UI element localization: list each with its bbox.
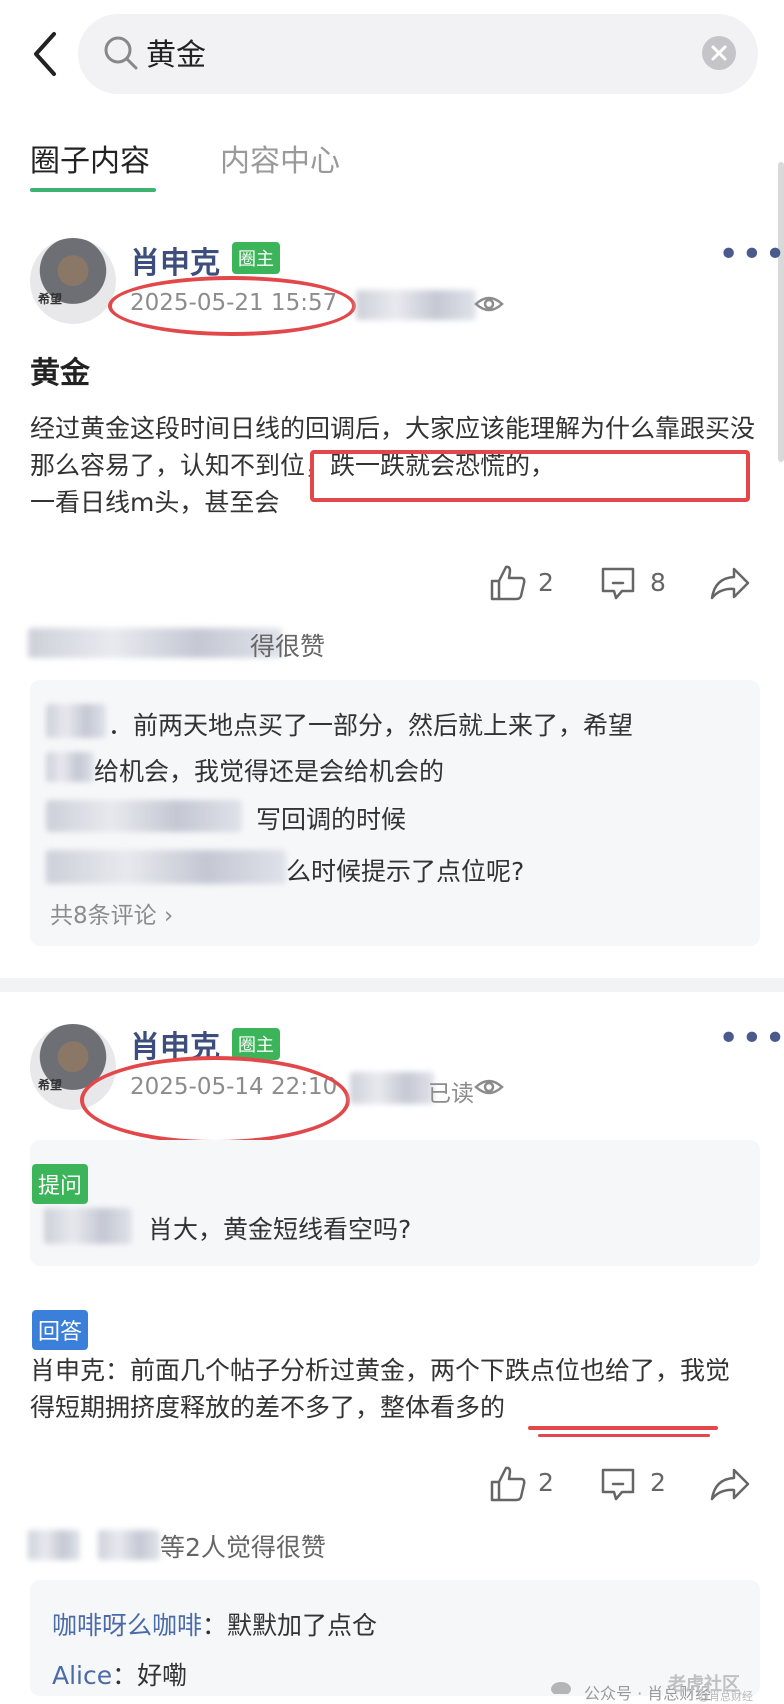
comment-text: ：默默加了点仓 [202,1611,378,1640]
answer-body[interactable]: 肖申克：前面几个帖子分析过黄金，两个下跌点位也给了，我觉得短期拥挤度释放的差不多… [30,1352,750,1426]
owner-badge: 圈主 [232,242,280,274]
comment-count: 8 [650,568,666,597]
answer-tag: 回答 [32,1310,89,1350]
highlight-annotation-box [310,450,750,502]
liked-by-text: 等2人觉得很赞 [160,1533,326,1562]
avatar-caption: 希望 [38,292,63,306]
avatar[interactable]: 希望 [30,238,116,324]
search-input[interactable]: 黄金 [146,30,206,74]
comment-count: 2 [650,1468,666,1497]
comment-icon[interactable] [598,1464,638,1504]
liked-by-text: 得很赞 [250,632,326,661]
date-annotation-circle [108,276,356,336]
redacted-likers [98,1530,160,1560]
tab-active-indicator [30,188,156,192]
redacted-likers [28,1530,80,1560]
comment-user[interactable]: 咖啡呀么咖啡 [52,1611,202,1640]
redacted-likers [28,628,282,658]
watermark-handle: @肖总财经 [698,1690,753,1703]
redacted-commenter [46,704,106,738]
more-dots-icon[interactable]: ••• [718,1018,784,1059]
thumbs-up-icon[interactable] [488,1464,528,1504]
redacted-commenter [46,800,242,832]
scrollbar[interactable] [778,162,784,462]
eye-icon [474,291,504,317]
question-text: 肖大，黄金短线看空吗? [148,1215,412,1244]
tab-content-center[interactable]: 内容中心 [220,136,340,180]
clear-icon[interactable] [702,36,736,70]
comment-text: 写回调的时候 [256,805,407,834]
post-title[interactable]: 黄金 [30,348,90,392]
comment-row[interactable]: 咖啡呀么咖啡：默默加了点仓 [52,1606,377,1642]
owner-badge: 圈主 [232,1028,280,1060]
comment-row[interactable]: Alice：好嘞 [52,1656,187,1692]
redacted-commenter [46,752,94,782]
comment-text: 么时候提示了点位呢? [286,857,525,886]
thumbs-up-icon[interactable] [488,563,528,603]
chevron-right-icon: › [163,903,174,929]
comment-icon[interactable] [598,563,638,603]
read-label: 已读 [428,1081,474,1107]
answer-emphasis: 整体看多的 [380,1393,506,1422]
post-body-tail: 一看日线m头，甚至会 [30,488,280,517]
share-icon[interactable] [708,1464,752,1504]
comment-text: ．前两天地点买了一部分，然后就上来了，希望 [108,711,634,740]
underline-annotation [538,1434,710,1437]
eye-icon [474,1074,504,1100]
comment-user[interactable]: Alice [52,1661,112,1690]
more-dots-icon[interactable]: ••• [718,234,784,275]
post-divider [0,978,784,992]
date-annotation-circle [80,1056,350,1144]
comment-text: ：好嘞 [112,1661,188,1690]
share-icon[interactable] [708,563,752,603]
like-count: 2 [538,568,554,597]
search-icon [102,34,140,72]
comment-text: 给机会，我觉得还是会给机会的 [94,757,445,786]
like-count: 2 [538,1468,554,1497]
redacted-commenter [46,850,286,884]
question-tag: 提问 [32,1164,89,1204]
redacted-asker [44,1208,132,1244]
wechat-icon [550,1680,580,1694]
redacted-read-count [350,1072,434,1104]
back-arrow-icon[interactable] [26,28,66,80]
avatar-caption: 希望 [38,1078,63,1092]
question-box[interactable] [30,1140,760,1266]
redacted-read-count [356,290,476,320]
tab-circle-content[interactable]: 圈子内容 [30,136,150,180]
underline-annotation [528,1426,718,1430]
more-comments-link[interactable]: 共8条评论 › [50,896,173,930]
author-name[interactable]: 肖申克 [130,238,220,282]
